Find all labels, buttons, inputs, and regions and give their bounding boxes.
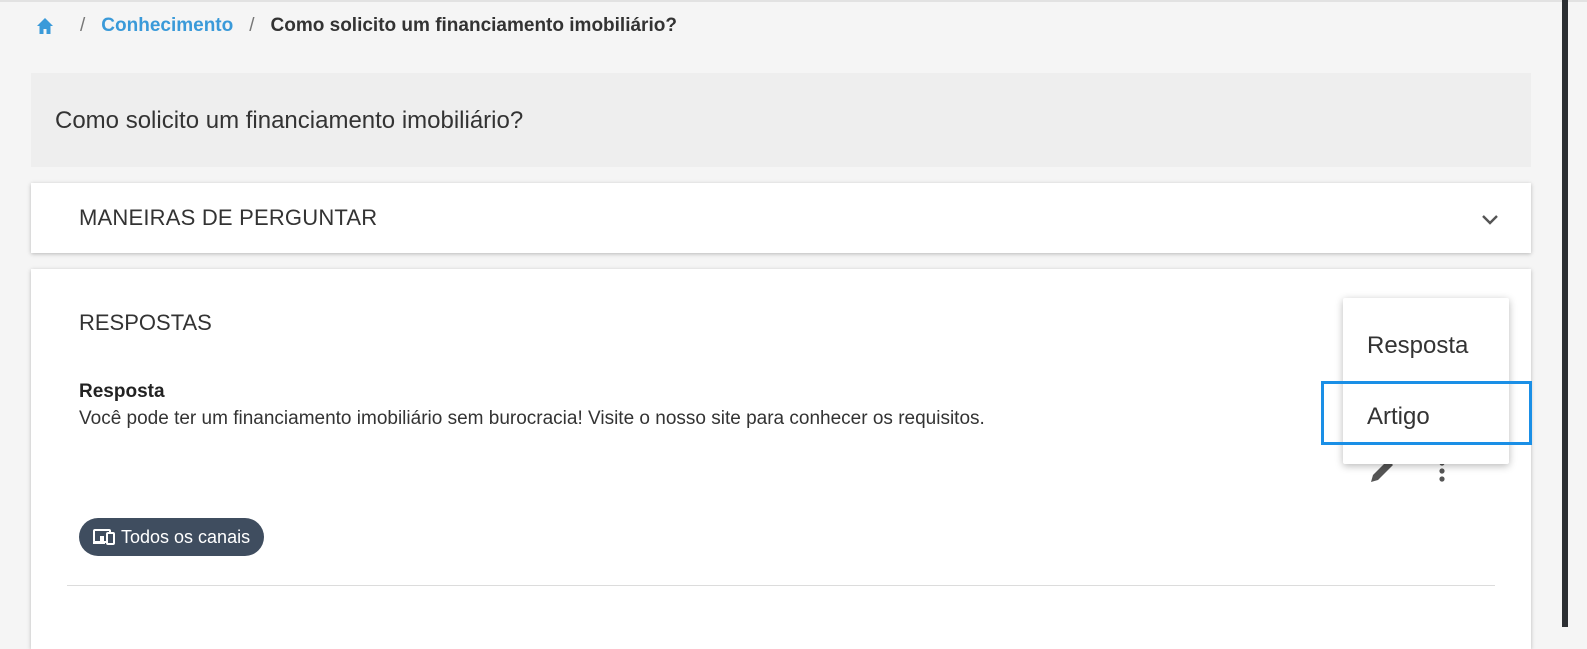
devices-icon bbox=[93, 529, 115, 545]
channel-chip-label: Todos os canais bbox=[121, 526, 251, 547]
chevron-down-icon[interactable] bbox=[1481, 213, 1499, 225]
home-icon[interactable] bbox=[36, 17, 54, 35]
page-title: Como solicito um financiamento imobiliár… bbox=[55, 107, 524, 134]
divider bbox=[67, 585, 1495, 586]
answer-title: Resposta bbox=[79, 381, 165, 402]
breadcrumb-separator: / bbox=[80, 15, 86, 36]
breadcrumb-separator: / bbox=[249, 15, 255, 36]
highlight-outline bbox=[1321, 381, 1532, 445]
answers-panel: RESPOSTAS Resposta Você pode ter um fina… bbox=[31, 269, 1531, 649]
ways-to-ask-panel[interactable]: MANEIRAS DE PERGUNTAR bbox=[31, 183, 1531, 253]
ways-to-ask-label: MANEIRAS DE PERGUNTAR bbox=[79, 205, 378, 230]
breadcrumb-current: Como solicito um financiamento imobiliár… bbox=[270, 15, 677, 36]
answer-body: Você pode ter um financiamento imobiliár… bbox=[79, 408, 985, 429]
question-title-box: Como solicito um financiamento imobiliár… bbox=[31, 73, 1531, 167]
channel-chip[interactable]: Todos os canais bbox=[79, 518, 265, 556]
menu-item-resposta[interactable]: Resposta bbox=[1343, 311, 1509, 381]
top-border bbox=[0, 0, 1587, 2]
answers-label: RESPOSTAS bbox=[79, 310, 212, 335]
breadcrumb-link-conhecimento[interactable]: Conhecimento bbox=[101, 15, 233, 37]
scrollbar[interactable] bbox=[1562, 0, 1568, 627]
breadcrumb: / Conhecimento / Como solicito um financ… bbox=[36, 12, 677, 40]
